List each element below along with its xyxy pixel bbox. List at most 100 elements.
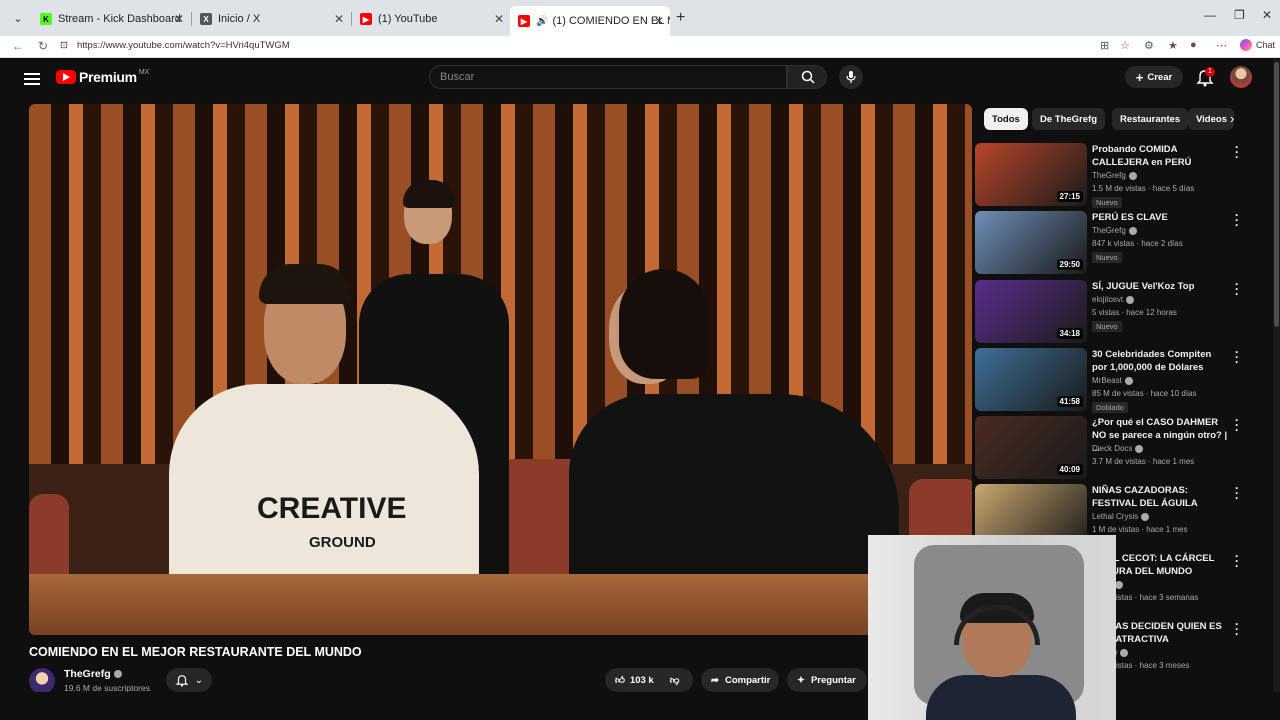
- recommendation-item[interactable]: 29:50 PERÚ ES CLAVE TheGrefg 847 k vistas ·…: [975, 209, 1245, 275]
- tab-kick-dashboard[interactable]: K Stream - Kick Dashboard ✕: [32, 6, 190, 32]
- share-button[interactable]: ➦ Compartir: [701, 668, 779, 692]
- subscription-bell-button[interactable]: ⌄: [166, 668, 212, 692]
- youtube-premium-logo[interactable]: Premium MX: [56, 69, 149, 85]
- recommendation-item[interactable]: 27:15 Probando COMIDA CALLEJERA en PERÚ Th…: [975, 141, 1245, 208]
- filter-chips: Todos De TheGrefg Restaurantes Videos: [984, 108, 1254, 130]
- favorite-star-icon[interactable]: ☆: [1120, 39, 1130, 52]
- youtube-play-icon: [56, 70, 76, 84]
- recommendation-badge: Nuevo: [1092, 197, 1122, 208]
- speaker-icon[interactable]: 🔊: [536, 16, 548, 27]
- chevron-down-icon: ⌄: [194, 674, 204, 686]
- video-frame-chair: [29, 494, 69, 584]
- recommendation-meta: 1.5 M de vistas · hace 5 días: [1092, 184, 1195, 193]
- recommendation-channel-row[interactable]: TheGrefg: [1092, 226, 1137, 235]
- recommendation-badge: Nuevo: [1092, 321, 1122, 332]
- duration-badge: 29:50: [1056, 259, 1083, 270]
- recommendation-channel: Lethal Crysis: [1092, 512, 1139, 521]
- search-button[interactable]: [787, 65, 827, 89]
- maximize-icon[interactable]: ❐: [1234, 8, 1245, 22]
- recommendation-channel-row[interactable]: MrBeast: [1092, 376, 1133, 385]
- menu-icon[interactable]: [24, 70, 40, 88]
- chip-todos[interactable]: Todos: [984, 108, 1028, 130]
- verified-icon: [113, 670, 122, 679]
- search-input[interactable]: Buscar: [429, 65, 787, 89]
- verified-icon: [1128, 226, 1137, 235]
- recommendation-channel-row[interactable]: Lethal Crysis: [1092, 512, 1150, 521]
- more-actions-icon[interactable]: · · ·: [1234, 141, 1240, 163]
- duration-badge: 34:18: [1056, 328, 1083, 339]
- create-button[interactable]: + Crear: [1125, 66, 1183, 88]
- video-thumbnail[interactable]: 34:18: [975, 280, 1087, 343]
- recommendation-channel-row[interactable]: TheGrefg: [1092, 171, 1137, 180]
- channel-name: TheGrefg: [64, 668, 111, 680]
- recommendation-channel-row[interactable]: elojitosvt: [1092, 295, 1135, 304]
- channel-avatar[interactable]: [29, 668, 55, 694]
- like-button[interactable]: 👍︎ 103 k: [615, 674, 654, 687]
- split-screen-icon[interactable]: ⊞: [1100, 39, 1109, 52]
- video-thumbnail[interactable]: 41:58: [975, 348, 1087, 411]
- recommendation-title[interactable]: SÍ, JUGUE Vel'Koz Top: [1092, 280, 1228, 293]
- recommendation-title[interactable]: 30 Celebridades Compiten por 1,000,000 d…: [1092, 348, 1228, 374]
- extensions-icon[interactable]: ⚙: [1144, 39, 1154, 52]
- dislike-button[interactable]: 👎︎: [670, 674, 680, 686]
- more-actions-icon[interactable]: · · ·: [1234, 482, 1240, 504]
- more-actions-icon[interactable]: · · ·: [1234, 209, 1240, 231]
- more-actions-icon[interactable]: · · ·: [1234, 550, 1240, 572]
- recommendation-title[interactable]: PERÚ ES CLAVE: [1092, 211, 1228, 224]
- video-thumbnail[interactable]: 29:50: [975, 211, 1087, 274]
- duration-badge: 41:58: [1056, 396, 1083, 407]
- search-placeholder: Buscar: [440, 71, 475, 83]
- recommendation-meta: 85 M de vistas · hace 10 días: [1092, 389, 1197, 398]
- close-tab-icon[interactable]: ✕: [334, 12, 344, 26]
- recommendation-item[interactable]: 41:58 30 Celebridades Compiten por 1,000,…: [975, 346, 1245, 413]
- x-favicon-icon: X: [200, 13, 212, 25]
- tab-current-video[interactable]: ▶ 🔊 (1) COMIENDO EN EL MEJOR ✕: [510, 6, 670, 36]
- reload-icon[interactable]: ↻: [38, 39, 48, 53]
- chip-de-thegrefg[interactable]: De TheGrefg: [1032, 108, 1106, 130]
- scrollbar-thumb[interactable]: [1274, 62, 1279, 327]
- site-info-icon[interactable]: ⊡: [60, 40, 68, 51]
- close-window-icon[interactable]: ✕: [1262, 8, 1272, 22]
- tab-list-menu-icon[interactable]: ⌄: [8, 8, 28, 28]
- close-tab-icon[interactable]: ✕: [174, 12, 184, 26]
- verified-icon: [1124, 376, 1133, 385]
- chip-videos[interactable]: Videos: [1188, 108, 1234, 130]
- back-icon[interactable]: ←: [12, 39, 24, 53]
- close-tab-icon[interactable]: ✕: [494, 12, 504, 26]
- recommendation-item[interactable]: 40:09 ¿Por qué el CASO DAHMER NO se parec…: [975, 414, 1245, 480]
- more-actions-icon[interactable]: · · ·: [1234, 278, 1240, 300]
- new-tab-icon[interactable]: +: [676, 9, 685, 27]
- more-actions-icon[interactable]: · · ·: [1234, 618, 1240, 640]
- more-options-icon[interactable]: ⋯: [1216, 39, 1227, 52]
- account-avatar[interactable]: [1230, 66, 1252, 88]
- url-field[interactable]: https://www.youtube.com/watch?v=HVri4quT…: [77, 40, 290, 51]
- copilot-chat-button[interactable]: Chat: [1240, 39, 1275, 51]
- recommendation-title[interactable]: NIÑAS CAZADORAS: FESTIVAL DEL ÁGUILA: [1092, 484, 1228, 510]
- ask-button[interactable]: ✦ Preguntar: [787, 668, 867, 692]
- recommendation-channel: TheGrefg: [1092, 226, 1126, 235]
- thumbs-up-icon: 👍︎: [615, 675, 625, 686]
- more-actions-icon[interactable]: · · ·: [1234, 414, 1240, 436]
- channel-name-row[interactable]: TheGrefg: [64, 668, 122, 680]
- favorites-icon[interactable]: ★: [1168, 39, 1178, 52]
- close-tab-icon[interactable]: ✕: [654, 14, 664, 28]
- profile-icon[interactable]: ●: [1190, 39, 1197, 51]
- bell-icon: [175, 675, 189, 687]
- chevron-right-icon[interactable]: ›: [1230, 111, 1234, 126]
- recommendation-title[interactable]: Probando COMIDA CALLEJERA en PERÚ: [1092, 143, 1228, 169]
- more-actions-icon[interactable]: · · ·: [1234, 346, 1240, 368]
- tab-youtube[interactable]: ▶ (1) YouTube ✕: [352, 6, 510, 32]
- recommendation-channel-row[interactable]: Dieck Docs: [1092, 444, 1144, 453]
- recommendation-item[interactable]: 34:18 SÍ, JUGUE Vel'Koz Top elojitosvt 5 vi…: [975, 278, 1245, 344]
- microphone-icon: [846, 71, 856, 83]
- minimize-icon[interactable]: —: [1204, 8, 1216, 22]
- tab-x[interactable]: X Inicio / X ✕: [192, 6, 350, 32]
- chip-restaurantes[interactable]: Restaurantes: [1112, 108, 1189, 130]
- thumbs-down-icon: 👎︎: [669, 675, 680, 686]
- create-label: Crear: [1147, 71, 1173, 83]
- sparkle-icon: ✦: [797, 674, 805, 686]
- video-thumbnail[interactable]: 40:09: [975, 416, 1087, 479]
- video-thumbnail[interactable]: 27:15: [975, 143, 1087, 206]
- video-player[interactable]: CREATIVE GROUND: [29, 104, 972, 635]
- voice-search-button[interactable]: [839, 65, 863, 89]
